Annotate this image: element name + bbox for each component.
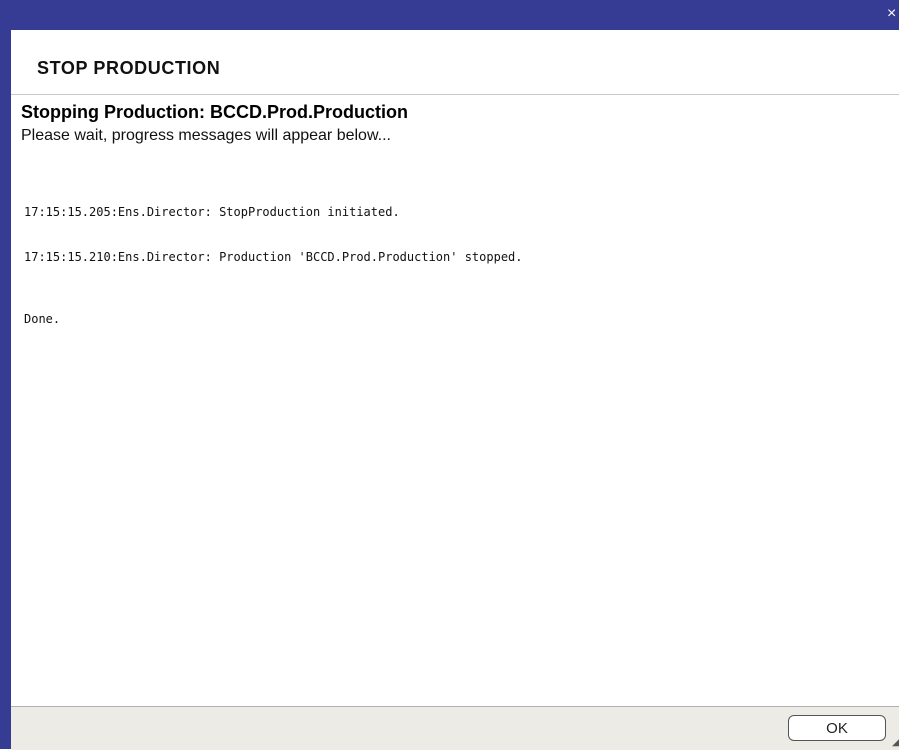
stopping-production-heading: Stopping Production: BCCD.Prod.Productio… bbox=[21, 102, 408, 122]
log-done-message: Done. bbox=[24, 312, 61, 326]
dialog-titlebar[interactable]: × bbox=[0, 0, 899, 30]
progress-log: 17:15:15.205:Ens.Director: StopProductio… bbox=[24, 175, 884, 357]
dialog-footer: OK ◢ bbox=[11, 706, 899, 750]
log-line: 17:15:15.205:Ens.Director: StopProductio… bbox=[24, 205, 400, 219]
log-line: 17:15:15.210:Ens.Director: Production 'B… bbox=[24, 250, 523, 264]
progress-subtitle: Please wait, progress messages will appe… bbox=[21, 127, 391, 144]
dialog-title: STOP PRODUCTION bbox=[37, 58, 221, 78]
dialog-header: STOP PRODUCTION bbox=[11, 30, 899, 95]
stop-production-dialog: STOP PRODUCTION Stopping Production: BCC… bbox=[11, 30, 899, 750]
window-left-border bbox=[0, 30, 11, 749]
resize-grip-icon[interactable]: ◢ bbox=[892, 735, 899, 750]
ok-button[interactable]: OK bbox=[788, 715, 886, 741]
close-icon[interactable]: × bbox=[887, 4, 899, 24]
